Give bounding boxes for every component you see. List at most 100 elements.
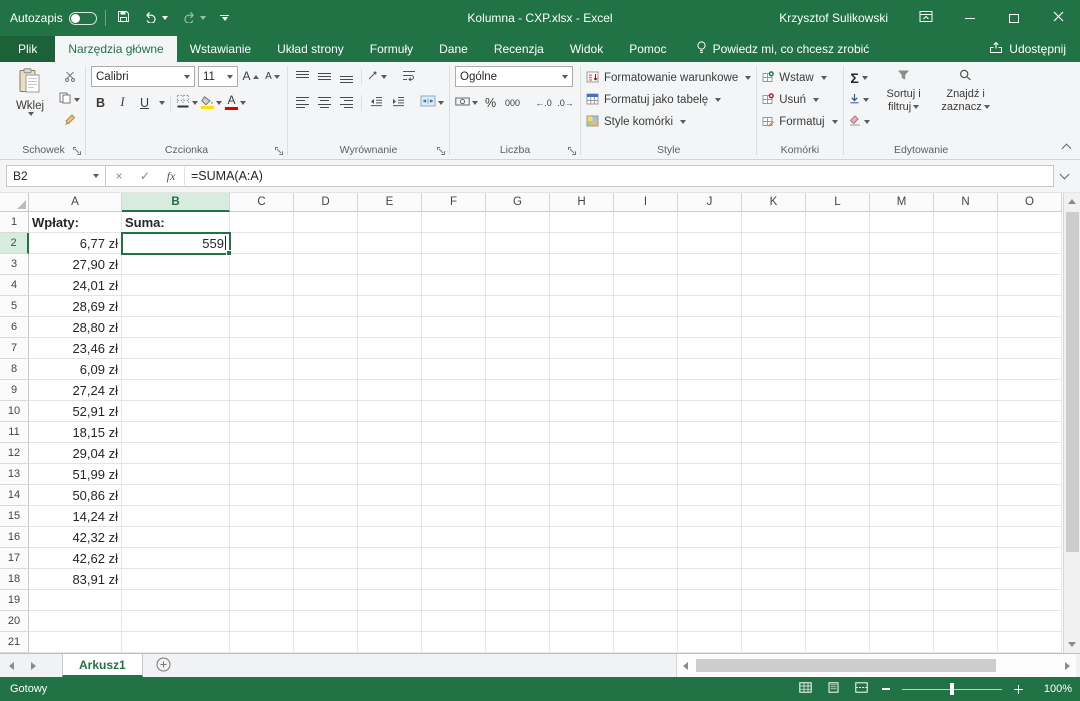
cell-I12[interactable] bbox=[614, 443, 678, 464]
decrease-decimal-button[interactable]: .0→ bbox=[556, 93, 575, 113]
vertical-scrollbar[interactable] bbox=[1063, 193, 1080, 653]
cell-H16[interactable] bbox=[550, 527, 614, 548]
autosave-toggle[interactable]: Autozapis bbox=[10, 11, 97, 25]
cell-G6[interactable] bbox=[486, 317, 550, 338]
tab-recenzja[interactable]: Recenzja bbox=[481, 36, 557, 62]
cell-H3[interactable] bbox=[550, 254, 614, 275]
cell-N21[interactable] bbox=[934, 632, 998, 653]
percent-style-button[interactable]: % bbox=[481, 93, 500, 113]
cell-L15[interactable] bbox=[806, 506, 870, 527]
column-header-J[interactable]: J bbox=[678, 193, 742, 212]
cell-M11[interactable] bbox=[870, 422, 934, 443]
cell-I4[interactable] bbox=[614, 275, 678, 296]
row-header-7[interactable]: 7 bbox=[0, 338, 29, 359]
cell-M10[interactable] bbox=[870, 401, 934, 422]
cell-K17[interactable] bbox=[742, 548, 806, 569]
column-header-D[interactable]: D bbox=[294, 193, 358, 212]
cell-N16[interactable] bbox=[934, 527, 998, 548]
decrease-font-button[interactable]: A bbox=[263, 67, 282, 87]
cell-H9[interactable] bbox=[550, 380, 614, 401]
cell-I5[interactable] bbox=[614, 296, 678, 317]
cell-D10[interactable] bbox=[294, 401, 358, 422]
cell-I17[interactable] bbox=[614, 548, 678, 569]
row-header-2[interactable]: 2 bbox=[0, 233, 29, 254]
row-header-6[interactable]: 6 bbox=[0, 317, 29, 338]
previous-sheet-button[interactable] bbox=[0, 654, 22, 677]
row-header-19[interactable]: 19 bbox=[0, 590, 29, 611]
cell-J3[interactable] bbox=[678, 254, 742, 275]
row-header-3[interactable]: 3 bbox=[0, 254, 29, 275]
tab-układ-strony[interactable]: Układ strony bbox=[264, 36, 357, 62]
cell-D20[interactable] bbox=[294, 611, 358, 632]
cell-I1[interactable] bbox=[614, 212, 678, 233]
fill-color-button[interactable] bbox=[201, 93, 222, 113]
cell-C19[interactable] bbox=[230, 590, 294, 611]
cell-N8[interactable] bbox=[934, 359, 998, 380]
cell-A10[interactable]: 52,91 zł bbox=[29, 401, 122, 422]
redo-button[interactable] bbox=[179, 9, 209, 28]
cell-C2[interactable] bbox=[230, 233, 294, 254]
cell-M19[interactable] bbox=[870, 590, 934, 611]
cell-A7[interactable]: 23,46 zł bbox=[29, 338, 122, 359]
sheet-tab-arkusz1[interactable]: Arkusz1 bbox=[62, 654, 143, 677]
cell-I3[interactable] bbox=[614, 254, 678, 275]
cell-G8[interactable] bbox=[486, 359, 550, 380]
cell-I11[interactable] bbox=[614, 422, 678, 443]
row-header-1[interactable]: 1 bbox=[0, 212, 29, 233]
cell-B3[interactable] bbox=[122, 254, 230, 275]
cell-M1[interactable] bbox=[870, 212, 934, 233]
cell-O16[interactable] bbox=[998, 527, 1062, 548]
cell-D1[interactable] bbox=[294, 212, 358, 233]
cell-E8[interactable] bbox=[358, 359, 422, 380]
cell-M17[interactable] bbox=[870, 548, 934, 569]
cell-G18[interactable] bbox=[486, 569, 550, 590]
column-header-L[interactable]: L bbox=[806, 193, 870, 212]
cell-O3[interactable] bbox=[998, 254, 1062, 275]
cell-N7[interactable] bbox=[934, 338, 998, 359]
cell-H19[interactable] bbox=[550, 590, 614, 611]
tab-plik[interactable]: Plik bbox=[0, 36, 55, 62]
cell-B6[interactable] bbox=[122, 317, 230, 338]
align-bottom-button[interactable] bbox=[337, 67, 356, 87]
cell-E20[interactable] bbox=[358, 611, 422, 632]
cell-B12[interactable] bbox=[122, 443, 230, 464]
cell-D15[interactable] bbox=[294, 506, 358, 527]
orientation-button[interactable] bbox=[367, 67, 387, 87]
cell-F6[interactable] bbox=[422, 317, 486, 338]
cell-N5[interactable] bbox=[934, 296, 998, 317]
cell-E15[interactable] bbox=[358, 506, 422, 527]
sort-filter-button[interactable]: Sortuj i filtruj bbox=[876, 66, 932, 143]
cell-M4[interactable] bbox=[870, 275, 934, 296]
cell-I21[interactable] bbox=[614, 632, 678, 653]
zoom-level[interactable]: 100% bbox=[1034, 683, 1072, 695]
cell-K1[interactable] bbox=[742, 212, 806, 233]
cell-H7[interactable] bbox=[550, 338, 614, 359]
cell-G12[interactable] bbox=[486, 443, 550, 464]
cell-L4[interactable] bbox=[806, 275, 870, 296]
undo-button[interactable] bbox=[141, 9, 171, 28]
cell-L18[interactable] bbox=[806, 569, 870, 590]
cell-M18[interactable] bbox=[870, 569, 934, 590]
cell-J15[interactable] bbox=[678, 506, 742, 527]
cell-C20[interactable] bbox=[230, 611, 294, 632]
cell-G3[interactable] bbox=[486, 254, 550, 275]
font-name-select[interactable]: Calibri bbox=[91, 66, 195, 87]
cell-C4[interactable] bbox=[230, 275, 294, 296]
cell-H21[interactable] bbox=[550, 632, 614, 653]
cell-N3[interactable] bbox=[934, 254, 998, 275]
cell-M20[interactable] bbox=[870, 611, 934, 632]
cell-G7[interactable] bbox=[486, 338, 550, 359]
cell-F9[interactable] bbox=[422, 380, 486, 401]
cell-G10[interactable] bbox=[486, 401, 550, 422]
cell-N2[interactable] bbox=[934, 233, 998, 254]
row-header-21[interactable]: 21 bbox=[0, 632, 29, 653]
format-as-table-button[interactable]: Formatuj jako tabelę bbox=[586, 90, 751, 110]
cell-H20[interactable] bbox=[550, 611, 614, 632]
cell-K9[interactable] bbox=[742, 380, 806, 401]
cell-C21[interactable] bbox=[230, 632, 294, 653]
cell-I9[interactable] bbox=[614, 380, 678, 401]
cell-O20[interactable] bbox=[998, 611, 1062, 632]
column-header-E[interactable]: E bbox=[358, 193, 422, 212]
scroll-down-arrow[interactable] bbox=[1064, 636, 1080, 653]
tab-pomoc[interactable]: Pomoc bbox=[616, 36, 679, 62]
